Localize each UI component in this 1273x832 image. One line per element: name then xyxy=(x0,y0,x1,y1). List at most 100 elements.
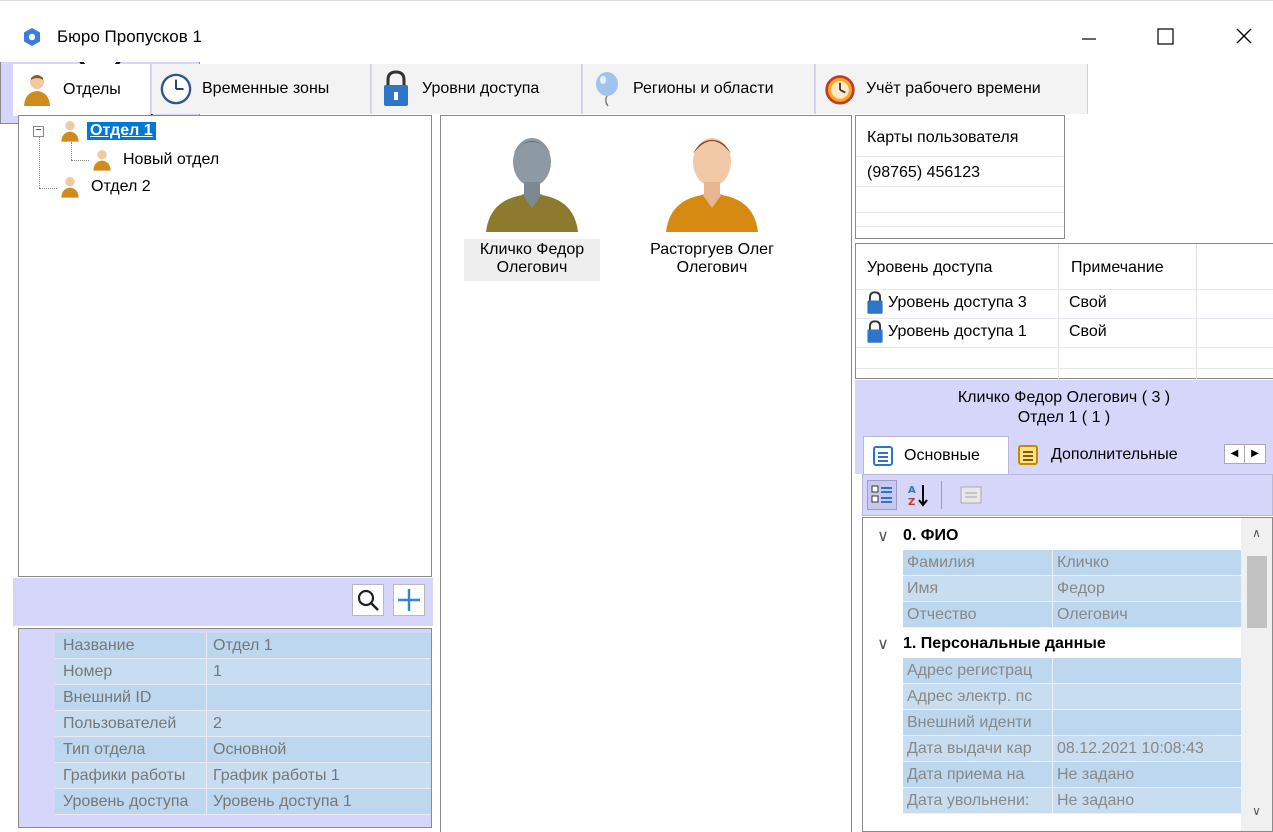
alarm-clock-icon xyxy=(824,71,856,107)
tab-additional[interactable]: Дополнительные xyxy=(1013,436,1209,474)
person-icon xyxy=(61,121,79,142)
access-row[interactable]: Уровень доступа 1 xyxy=(866,320,1027,344)
list-icon xyxy=(873,445,893,466)
tree-node-dept1[interactable]: Отдел 1 xyxy=(59,119,156,143)
property-row[interactable]: Дата приема на Не задано xyxy=(903,762,1243,788)
tab-regions[interactable]: Регионы и области xyxy=(583,64,815,114)
tab-time-zones[interactable]: Временные зоны xyxy=(152,64,371,114)
access-note: Свой xyxy=(1069,323,1107,340)
access-row[interactable]: Уровень доступа 3 xyxy=(866,291,1027,315)
property-row[interactable]: Пользователей 2 xyxy=(55,711,431,737)
users-panel: Кличко Федор Олегович Расторгуев Олег Ол… xyxy=(440,115,852,832)
department-properties: Название Отдел 1 Номер 1 Внешний ID Пользо… xyxy=(18,628,432,828)
chevron-down-icon[interactable]: ∨ xyxy=(863,526,903,546)
padlock-icon xyxy=(867,320,883,343)
collapse-toggle[interactable]: − xyxy=(33,126,44,137)
minimize-button[interactable] xyxy=(1060,15,1116,59)
department-tree: − Отдел 1 Новый отдел Отдел 2 xyxy=(18,115,432,577)
property-row[interactable]: Дата выдачи кар 08.12.2021 10:08:43 xyxy=(903,736,1243,762)
maximize-button[interactable] xyxy=(1137,15,1193,59)
tree-node-new-dept[interactable]: Новый отдел xyxy=(91,148,219,172)
property-row[interactable]: Отчество Олегович xyxy=(903,602,1243,628)
scrollbar-thumb[interactable] xyxy=(1247,556,1267,628)
property-row[interactable]: Уровень доступа Уровень доступа 1 xyxy=(55,789,431,815)
search-button[interactable] xyxy=(352,584,384,616)
property-row[interactable]: Номер 1 xyxy=(55,659,431,685)
access-note: Свой xyxy=(1069,294,1107,311)
tab-label: Регионы и области xyxy=(633,80,774,97)
search-icon xyxy=(357,589,379,611)
close-button[interactable] xyxy=(1215,15,1271,59)
tab-label: Временные зоны xyxy=(202,80,330,97)
selected-user-department: Отдел 1 ( 1 ) xyxy=(1017,409,1111,426)
property-row[interactable]: Адрес регистрац xyxy=(903,658,1243,684)
scroll-down-icon[interactable]: ∨ xyxy=(1241,804,1272,818)
plus-icon xyxy=(398,589,420,611)
alphabetical-button[interactable]: A Z xyxy=(903,480,933,510)
property-pages-icon xyxy=(960,486,982,504)
user-card[interactable]: Расторгуев Олег Олегович xyxy=(644,124,780,281)
tab-label: Учёт рабочего времени xyxy=(866,80,1041,97)
title-bar: Бюро Пропусков 1 xyxy=(0,0,1273,62)
tree-node-dept2[interactable]: Отдел 2 xyxy=(59,175,151,199)
main-tab-strip: Отделы Временные зоны Уровни доступа Рег… xyxy=(13,64,1088,116)
property-toolbar: A Z xyxy=(862,474,1273,516)
property-row[interactable]: Имя Федор xyxy=(903,576,1243,602)
user-avatar-icon xyxy=(666,138,758,232)
card-number[interactable]: (98765) 456123 xyxy=(867,164,980,182)
property-row[interactable]: Название Отдел 1 xyxy=(55,633,431,659)
category-fio[interactable]: ∨ 0. ФИО xyxy=(863,522,1243,550)
property-row[interactable]: Адрес электр. пс xyxy=(903,684,1243,710)
property-row[interactable]: Внешний ID xyxy=(55,685,431,711)
list-icon xyxy=(1018,445,1038,465)
user-name: Расторгуев Олег Олегович xyxy=(650,241,774,276)
scroll-up-icon[interactable]: ∧ xyxy=(1241,526,1272,540)
categorized-button[interactable] xyxy=(867,480,897,510)
categorized-icon xyxy=(871,485,892,503)
property-row[interactable]: Фамилия Кличко xyxy=(903,550,1243,576)
tab-label: Отделы xyxy=(63,81,121,98)
person-icon xyxy=(61,177,79,198)
property-row[interactable]: Графики работы График работы 1 xyxy=(55,763,431,789)
property-pages-button[interactable] xyxy=(956,480,986,510)
user-card[interactable]: Кличко Федор Олегович xyxy=(464,124,600,281)
category-personal[interactable]: ∨ 1. Персональные данные xyxy=(863,630,1243,658)
person-icon xyxy=(93,150,111,171)
tab-access-levels[interactable]: Уровни доступа xyxy=(372,64,582,114)
selected-user-info: Кличко Федор Олегович ( 3 ) Отдел 1 ( 1 … xyxy=(855,380,1273,436)
balloon-icon xyxy=(591,71,623,107)
vertical-scrollbar[interactable]: ∧ ∨ xyxy=(1241,518,1272,831)
tab-departments[interactable]: Отделы xyxy=(13,64,151,116)
user-cards-list: Карты пользователя (98765) 456123 xyxy=(855,115,1065,239)
selected-user-name: Кличко Федор Олегович ( 3 ) xyxy=(957,389,1171,406)
tab-scroll: ◀ ▶ xyxy=(1224,444,1266,464)
tab-time-tracking[interactable]: Учёт рабочего времени xyxy=(816,64,1088,114)
property-row[interactable]: Тип отдела Основной xyxy=(55,737,431,763)
column-header-level[interactable]: Уровень доступа xyxy=(867,259,992,277)
user-property-grid: ∨ 0. ФИО Фамилия Кличко Имя Федор Отчество… xyxy=(862,517,1273,832)
user-name: Кличко Федор Олегович xyxy=(464,239,600,281)
padlock-icon xyxy=(867,291,883,314)
tab-main[interactable]: Основные xyxy=(863,436,1009,474)
scroll-left-icon[interactable]: ◀ xyxy=(1225,445,1245,463)
tree-node-label: Отдел 2 xyxy=(91,178,151,195)
svg-text:A: A xyxy=(908,485,916,496)
svg-text:Z: Z xyxy=(908,497,915,507)
property-tabs: Основные Дополнительные ◀ ▶ xyxy=(855,436,1273,474)
chevron-down-icon[interactable]: ∨ xyxy=(863,634,903,654)
user-avatar-icon xyxy=(486,138,578,232)
tree-node-label: Отдел 1 xyxy=(87,122,156,140)
tab-label: Уровни доступа xyxy=(422,80,540,97)
padlock-icon xyxy=(380,70,412,107)
scroll-right-icon[interactable]: ▶ xyxy=(1245,445,1265,463)
clock-icon xyxy=(160,71,192,107)
tree-node-label: Новый отдел xyxy=(123,151,220,168)
app-icon xyxy=(24,28,40,46)
sort-az-icon: A Z xyxy=(908,485,928,507)
property-row[interactable]: Дата увольнени: Не задано xyxy=(903,788,1243,814)
column-header-note[interactable]: Примечание xyxy=(1071,259,1164,277)
window-title: Бюро Пропусков 1 xyxy=(57,27,202,46)
access-levels-table: Уровень доступа Примечание Уровень досту… xyxy=(855,243,1273,379)
property-row[interactable]: Внешний иденти xyxy=(903,710,1243,736)
add-department-button[interactable] xyxy=(393,584,425,616)
